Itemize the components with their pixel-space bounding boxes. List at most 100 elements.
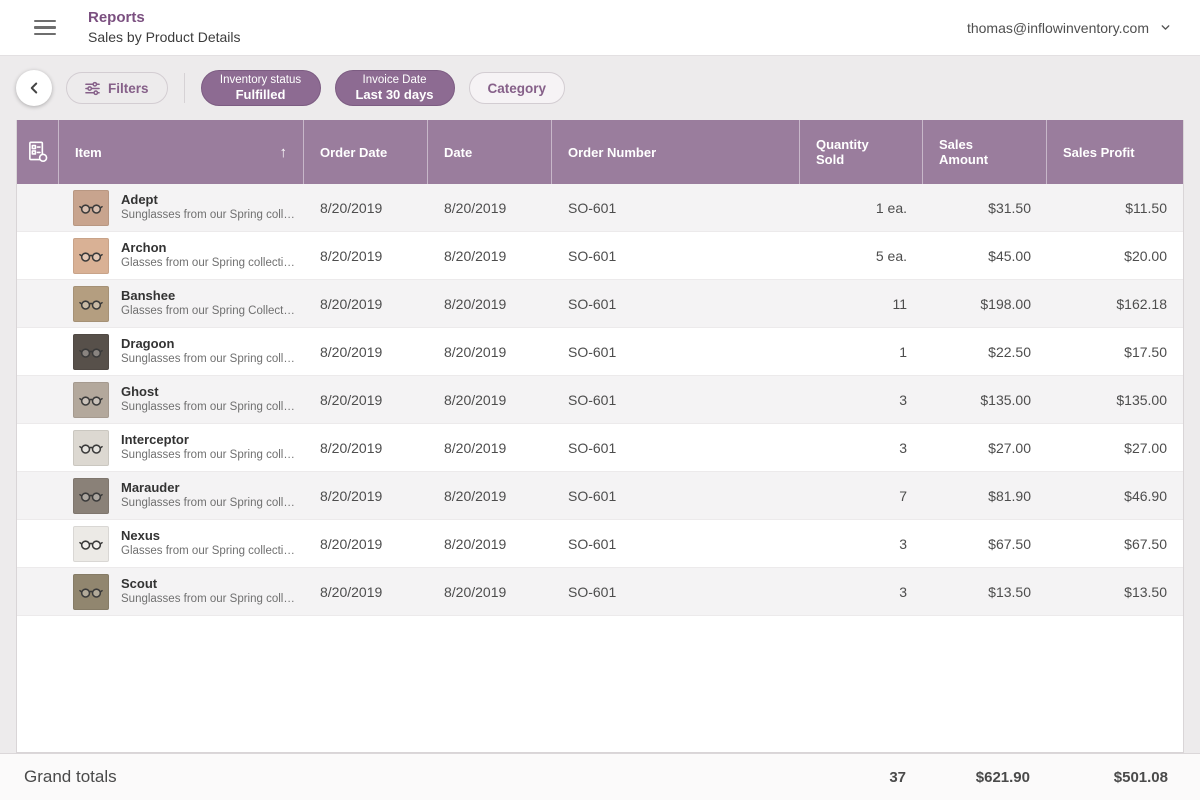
filter-pill-label: Invoice Date <box>363 73 427 87</box>
filter-pill-inventory-status[interactable]: Inventory status Fulfilled <box>201 70 321 106</box>
glasses-icon <box>78 579 104 605</box>
order-number: SO-601 <box>552 568 800 615</box>
date: 8/20/2019 <box>428 280 552 327</box>
order-date: 8/20/2019 <box>304 376 428 423</box>
product-thumbnail <box>73 286 109 322</box>
filter-pill-invoice-date[interactable]: Invoice Date Last 30 days <box>335 70 455 106</box>
item-name: Interceptor <box>121 432 296 449</box>
quantity-sold: 3 <box>800 520 923 567</box>
table-row[interactable]: Adept Sunglasses from our Spring collect… <box>17 184 1183 232</box>
table-options-header-cell[interactable] <box>17 120 59 184</box>
glasses-icon <box>78 387 104 413</box>
column-header-order-number[interactable]: Order Number <box>552 120 800 184</box>
category-filter-button[interactable]: Category <box>469 72 566 104</box>
sales-profit: $20.00 <box>1047 232 1183 279</box>
date: 8/20/2019 <box>428 472 552 519</box>
filter-bar: Filters Inventory status Fulfilled Invoi… <box>0 56 1200 120</box>
order-number: SO-601 <box>552 376 800 423</box>
grand-total-sales-amount: $621.90 <box>976 769 1030 786</box>
sales-amount: $198.00 <box>923 280 1047 327</box>
sales-amount: $13.50 <box>923 568 1047 615</box>
row-options-cell <box>17 184 59 231</box>
product-thumbnail <box>73 430 109 466</box>
table-row[interactable]: Banshee Glasses from our Spring Collecti… <box>17 280 1183 328</box>
table-row[interactable]: Marauder Sunglasses from our Spring coll… <box>17 472 1183 520</box>
order-number: SO-601 <box>552 472 800 519</box>
chevron-down-icon <box>1159 21 1172 34</box>
item-name: Scout <box>121 576 296 593</box>
page-subtitle: Sales by Product Details <box>88 28 241 47</box>
order-date: 8/20/2019 <box>304 328 428 375</box>
row-options-cell <box>17 376 59 423</box>
table-row[interactable]: Dragoon Sunglasses from our Spring colle… <box>17 328 1183 376</box>
date: 8/20/2019 <box>428 184 552 231</box>
product-thumbnail <box>73 382 109 418</box>
filters-button-label: Filters <box>108 81 149 96</box>
product-thumbnail <box>73 574 109 610</box>
row-options-cell <box>17 568 59 615</box>
glasses-icon <box>78 195 104 221</box>
item-description: Glasses from our Spring Collection <box>121 304 296 319</box>
product-thumbnail <box>73 478 109 514</box>
item-cell: Marauder Sunglasses from our Spring coll… <box>59 472 304 519</box>
grand-total-sales-profit: $501.08 <box>1114 769 1168 786</box>
sales-profit: $67.50 <box>1047 520 1183 567</box>
account-menu[interactable]: thomas@inflowinventory.com <box>967 20 1172 36</box>
column-header-item[interactable]: Item ↑ <box>59 120 304 184</box>
item-description: Sunglasses from our Spring collection <box>121 448 296 463</box>
column-header-order-date[interactable]: Order Date <box>304 120 428 184</box>
item-cell: Ghost Sunglasses from our Spring collect… <box>59 376 304 423</box>
date: 8/20/2019 <box>428 568 552 615</box>
sales-profit: $135.00 <box>1047 376 1183 423</box>
order-date: 8/20/2019 <box>304 568 428 615</box>
grand-total-quantity: 37 <box>889 769 906 786</box>
category-button-label: Category <box>488 81 547 96</box>
top-bar: Reports Sales by Product Details thomas@… <box>0 0 1200 56</box>
glasses-icon <box>78 483 104 509</box>
date: 8/20/2019 <box>428 520 552 567</box>
table-row[interactable]: Scout Sunglasses from our Spring collect… <box>17 568 1183 616</box>
date: 8/20/2019 <box>428 232 552 279</box>
order-date: 8/20/2019 <box>304 280 428 327</box>
column-header-label: Sales Amount <box>939 137 1009 167</box>
column-header-quantity-sold[interactable]: Quantity Sold <box>800 120 923 184</box>
row-options-cell <box>17 472 59 519</box>
column-header-date[interactable]: Date <box>428 120 552 184</box>
table-row[interactable]: Nexus Glasses from our Spring collection… <box>17 520 1183 568</box>
sales-amount: $81.90 <box>923 472 1047 519</box>
row-options-cell <box>17 280 59 327</box>
filters-button[interactable]: Filters <box>66 72 168 104</box>
table-row[interactable]: Ghost Sunglasses from our Spring collect… <box>17 376 1183 424</box>
item-description: Sunglasses from our Spring collection <box>121 400 296 415</box>
sales-amount: $67.50 <box>923 520 1047 567</box>
item-name: Dragoon <box>121 336 296 353</box>
item-cell: Nexus Glasses from our Spring collection <box>59 520 304 567</box>
item-name: Nexus <box>121 528 296 545</box>
column-header-sales-amount[interactable]: Sales Amount <box>923 120 1047 184</box>
sales-profit: $46.90 <box>1047 472 1183 519</box>
sliders-icon <box>85 81 100 96</box>
order-number: SO-601 <box>552 280 800 327</box>
grand-totals-label: Grand totals <box>0 767 117 787</box>
quantity-sold: 3 <box>800 568 923 615</box>
item-name: Adept <box>121 192 296 209</box>
quantity-sold: 5 ea. <box>800 232 923 279</box>
table-row[interactable]: Archon Glasses from our Spring collectio… <box>17 232 1183 280</box>
date: 8/20/2019 <box>428 328 552 375</box>
sales-profit: $27.00 <box>1047 424 1183 471</box>
order-number: SO-601 <box>552 520 800 567</box>
page-header: Reports Sales by Product Details <box>88 8 241 47</box>
item-description: Sunglasses from our Spring collection <box>121 496 296 511</box>
table-row[interactable]: Interceptor Sunglasses from our Spring c… <box>17 424 1183 472</box>
menu-icon[interactable] <box>32 16 58 40</box>
back-button[interactable] <box>16 70 52 106</box>
chevron-left-icon <box>25 79 43 97</box>
sales-profit: $162.18 <box>1047 280 1183 327</box>
filter-pill-value: Fulfilled <box>236 87 286 103</box>
sales-profit: $13.50 <box>1047 568 1183 615</box>
item-name: Ghost <box>121 384 296 401</box>
glasses-icon <box>78 435 104 461</box>
column-header-sales-profit[interactable]: Sales Profit <box>1047 120 1183 184</box>
app-title: Reports <box>88 8 241 28</box>
item-name: Banshee <box>121 288 296 305</box>
